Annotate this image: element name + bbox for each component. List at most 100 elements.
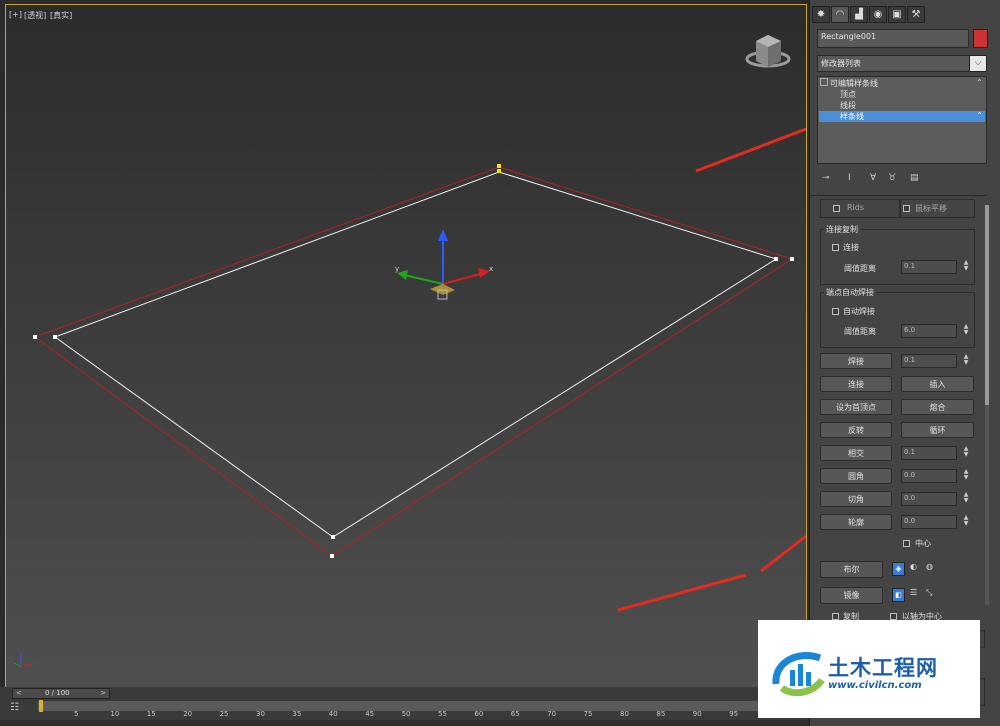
partial-label: Rids — [847, 203, 865, 212]
stack-item-spline[interactable]: 样条线 — [819, 111, 985, 122]
utilities-tab-icon[interactable]: ⚒ — [907, 6, 925, 23]
mirror-both-icon[interactable]: ⤡ — [926, 588, 932, 598]
cross-insert-spinner[interactable]: 0.1 — [901, 446, 957, 460]
timeline-tick-label: 85 — [656, 710, 666, 718]
mirror-vertical-icon[interactable]: ☰ — [910, 588, 917, 597]
watermark-url: www.civilcn.com — [828, 680, 922, 691]
motion-tab-icon[interactable]: ◉ — [869, 6, 887, 23]
auto-weld-checkbox[interactable] — [832, 308, 839, 315]
watermark-title: 土木工程网 — [828, 656, 938, 680]
pin-stack-icon[interactable]: ⊸ — [822, 173, 830, 183]
timeline: < 0 / 100 > ☷ 5 10 15 20 25 30 35 40 45 50 55 60 65 7… — [0, 687, 809, 726]
spline-outline-red — [33, 166, 794, 557]
timeline-tick-label: 80 — [620, 710, 629, 718]
intersect-icon[interactable]: ◍ — [926, 562, 933, 571]
center-label: 中心 — [915, 539, 931, 548]
timeline-tick-label: 60 — [474, 710, 484, 718]
configure-modifier-sets-icon[interactable]: ▤ — [910, 173, 919, 183]
create-tab-icon[interactable]: ✸ — [812, 6, 830, 23]
partial-label: 鼠标平移 — [915, 204, 947, 213]
object-name-field[interactable]: Rectangle001 — [817, 29, 969, 48]
timeline-tick-label: 55 — [438, 710, 447, 718]
weld-spinner[interactable]: 0.1 — [901, 354, 957, 368]
spinner-arrows-icon[interactable]: ▲ ▼ — [962, 354, 970, 368]
stack-root[interactable]: 可编辑样条线 — [820, 78, 878, 89]
caret-up-icon: ⌃ — [976, 78, 983, 87]
reverse-button[interactable]: 反转 — [820, 422, 892, 438]
chevron-down-icon[interactable]: ⌵ — [969, 55, 987, 72]
spinner-arrows-icon[interactable]: ▲ ▼ — [962, 260, 970, 274]
timeline-tick-label: 90 — [692, 710, 702, 718]
rectangle-spline — [53, 171, 778, 538]
cross-insert-button[interactable]: 相交 — [820, 445, 892, 461]
spinner-arrows-icon[interactable]: ▲ ▼ — [962, 446, 970, 460]
connect-copy-title: 连接复制 — [824, 224, 860, 235]
cycle-button[interactable]: 循环 — [901, 422, 974, 438]
timeline-tick-label: 25 — [219, 710, 229, 718]
time-slider[interactable]: < 0 / 100 > — [12, 688, 110, 699]
scrollbar-thumb[interactable] — [985, 205, 989, 405]
time-marker[interactable] — [39, 700, 43, 712]
object-color-swatch[interactable] — [973, 29, 988, 48]
show-end-result-icon[interactable]: Ⅰ — [848, 173, 851, 183]
spinner-arrows-icon[interactable]: ▲ ▼ — [962, 324, 970, 338]
rollout-scrollbar[interactable] — [985, 205, 989, 605]
about-pivot-checkbox[interactable] — [890, 613, 897, 620]
modifier-stack[interactable]: 可编辑样条线 ⌃ 顶点 线段 样条线 ⌃ — [817, 76, 987, 164]
spinner-arrows-icon[interactable]: ▲ ▼ — [962, 492, 970, 506]
annotation-arrow — [617, 573, 747, 612]
transform-gizmo — [397, 229, 490, 300]
timeline-tick-label: 45 — [365, 710, 375, 718]
stack-item-segment[interactable]: 线段 — [840, 100, 856, 111]
frame-counter: 0 / 100 — [45, 689, 70, 697]
weld-threshold-spinner[interactable]: 6.0 — [901, 324, 957, 338]
checkbox[interactable] — [903, 205, 910, 212]
fillet-spinner[interactable]: 0.0 — [901, 469, 957, 483]
checkbox[interactable] — [833, 205, 840, 212]
threshold-label: 阈值距离 — [844, 327, 876, 336]
stack-item-vertex[interactable]: 顶点 — [840, 89, 856, 100]
chamfer-button[interactable]: 切角 — [820, 491, 892, 507]
chamfer-spinner[interactable]: 0.0 — [901, 492, 957, 506]
remove-modifier-icon[interactable]: ♉ — [888, 173, 896, 183]
timeline-tick-label: 5 — [74, 710, 79, 718]
perspective-viewport[interactable]: [+] [透视] [真实] x y — [5, 4, 807, 689]
timeline-tick-label: 30 — [256, 710, 265, 718]
timeline-tick-label: 10 — [110, 710, 120, 718]
time-slider-next[interactable]: > — [100, 689, 106, 697]
insert-button[interactable]: 插入 — [901, 376, 974, 392]
connect-button[interactable]: 连接 — [820, 376, 892, 392]
vertex-handle — [774, 257, 778, 261]
outline-button[interactable]: 轮廓 — [820, 514, 892, 530]
center-checkbox[interactable] — [903, 540, 910, 547]
mirror-button[interactable]: 镜像 — [820, 587, 883, 604]
weld-button[interactable]: 焊接 — [820, 353, 892, 369]
civilcn-logo-icon — [772, 652, 825, 697]
time-slider-prev[interactable]: < — [16, 689, 22, 697]
copy-checkbox[interactable] — [832, 613, 839, 620]
connect-threshold-spinner[interactable]: 0.1 — [901, 260, 957, 274]
modify-tab-icon[interactable]: ◠ — [831, 6, 849, 23]
timeline-tick-label: 75 — [583, 710, 593, 718]
boolean-button[interactable]: 布尔 — [820, 561, 883, 578]
make-first-button[interactable]: 设为首顶点 — [820, 399, 892, 415]
modifier-list-dropdown[interactable]: 修改器列表 — [817, 55, 979, 72]
vertex-handle — [497, 169, 501, 173]
open-mini-curve-editor-icon[interactable]: ☷ — [10, 702, 26, 714]
display-tab-icon[interactable]: ▣ — [888, 6, 906, 23]
hierarchy-tab-icon[interactable]: ▟ — [850, 6, 868, 23]
fuse-button[interactable]: 熔合 — [901, 399, 974, 415]
make-unique-icon[interactable]: ∀ — [870, 173, 876, 183]
subtract-icon[interactable]: ◐ — [910, 562, 917, 571]
mirror-horizontal-icon[interactable]: ◧ — [892, 588, 905, 602]
spinner-arrows-icon[interactable]: ▲ ▼ — [962, 469, 970, 483]
vertex-handle — [497, 164, 501, 168]
expand-icon[interactable] — [820, 78, 828, 86]
outline-spinner[interactable]: 0.0 — [901, 515, 957, 529]
spinner-arrows-icon[interactable]: ▲ ▼ — [962, 515, 970, 529]
connect-checkbox[interactable] — [832, 244, 839, 251]
fillet-button[interactable]: 圆角 — [820, 468, 892, 484]
timeline-tick-label: 65 — [510, 710, 520, 718]
gizmo-x-label: x — [489, 265, 493, 273]
union-icon[interactable]: ◈ — [892, 562, 905, 576]
